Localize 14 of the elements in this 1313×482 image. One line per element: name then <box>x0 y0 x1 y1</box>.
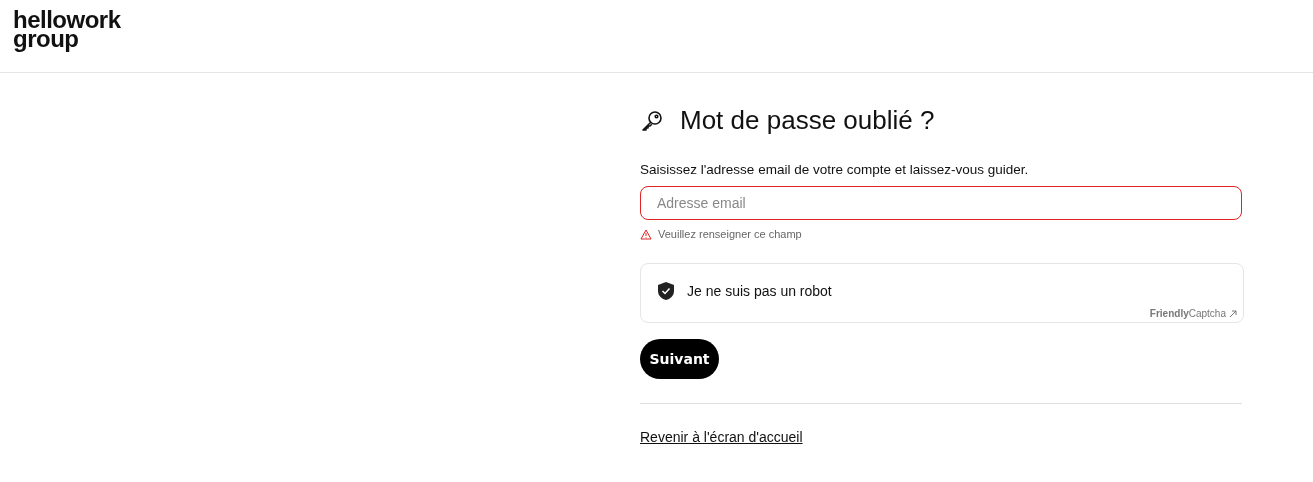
next-button[interactable]: Suivant <box>640 339 719 379</box>
warning-icon <box>640 228 652 240</box>
logo-text: hellowork <box>13 10 121 29</box>
captcha-brand: FriendlyCaptcha <box>1149 308 1226 319</box>
error-message: Veuillez renseigner ce champ <box>658 228 802 240</box>
key-icon <box>640 108 664 133</box>
page-title: Mot de passe oublié ? <box>680 105 935 136</box>
email-field[interactable]: Adresse email <box>640 186 1242 220</box>
captcha-widget[interactable]: Je ne suis pas un robot FriendlyCaptcha <box>640 263 1244 323</box>
captcha-label: Je ne suis pas un robot <box>687 283 832 299</box>
back-link[interactable]: Revenir à l'écran d'accueil <box>640 429 803 445</box>
instruction-text: Saisissez l'adresse email de votre compte et laissez-vous guider. <box>640 162 1030 177</box>
external-link-icon[interactable] <box>1229 309 1237 318</box>
shield-check-icon <box>658 282 674 300</box>
